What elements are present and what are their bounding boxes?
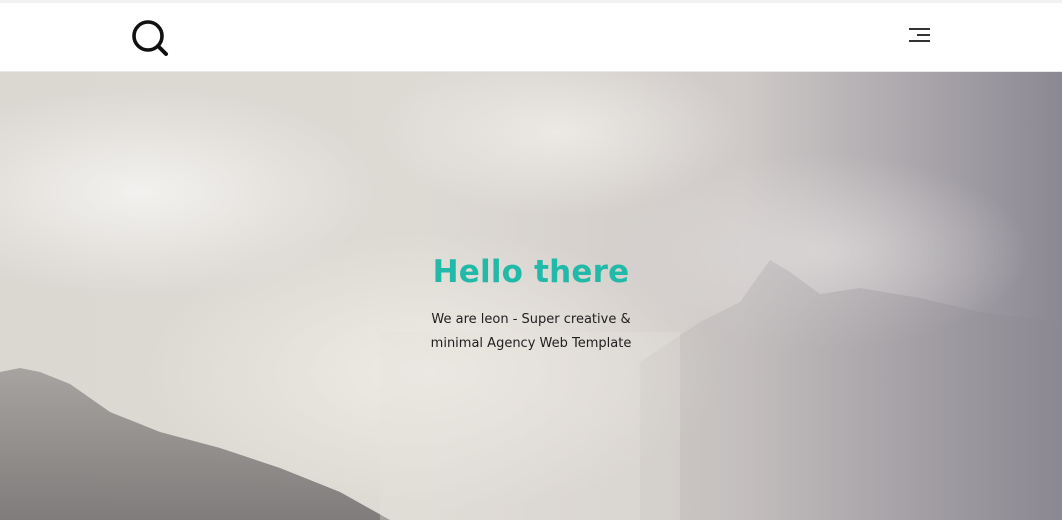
menu-button[interactable] [905, 26, 931, 46]
hero-subtitle: We are leon - Super creative & minimal A… [381, 308, 681, 356]
search-icon [132, 20, 168, 56]
site-header [0, 3, 1062, 72]
site-logo[interactable] [131, 19, 169, 57]
hamburger-menu-icon [909, 28, 930, 42]
hero-section: Hello there We are leon - Super creative… [0, 72, 1062, 520]
hero-content: Hello there We are leon - Super creative… [381, 250, 681, 356]
hero-subtitle-line-1: We are leon - Super creative & [431, 312, 631, 327]
hero-title: Hello there [432, 254, 630, 290]
hero-subtitle-line-2: minimal Agency Web Template [430, 336, 632, 351]
